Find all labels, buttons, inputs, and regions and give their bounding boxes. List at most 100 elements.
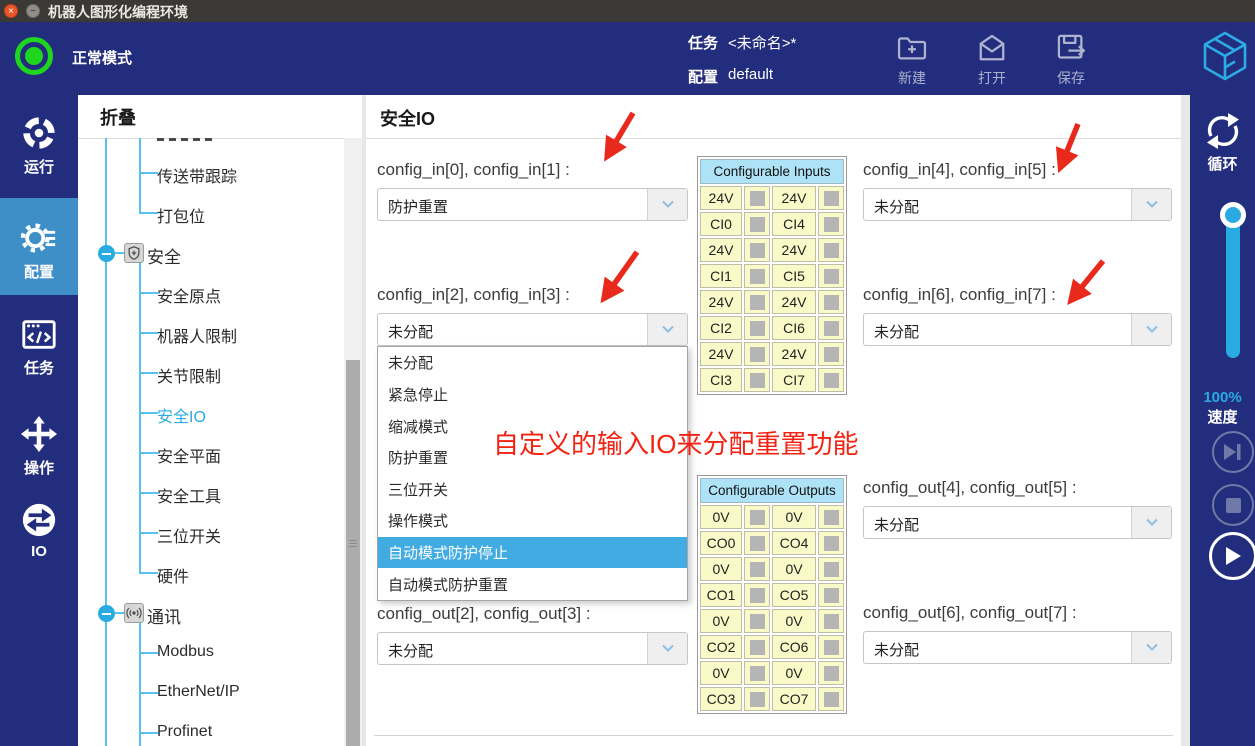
step-button[interactable] [1212,431,1254,473]
tree-item[interactable]: EtherNet/IP [78,673,344,713]
dropdown-option[interactable]: 三位开关 [378,474,687,506]
open-button[interactable]: 打开 [961,30,1023,92]
dropdown-button[interactable] [1131,632,1171,663]
io-terminal-checkbox[interactable] [750,243,765,258]
sidebar-item-operate[interactable]: 操作 [0,409,78,501]
dropdown-out23[interactable]: 未分配 [377,632,688,665]
tree-item[interactable]: 关节限制 [78,353,344,393]
sidebar-item-task[interactable]: 任务 [0,309,78,401]
io-terminal-checkbox[interactable] [824,295,839,310]
tree-item[interactable]: 打包位 [78,193,344,233]
tree-group-item[interactable]: 安全 [78,233,344,273]
tree-group-icon [124,243,144,263]
save-button[interactable]: 保存 [1040,30,1102,92]
io-terminal-checkbox[interactable] [750,269,765,284]
tree-item[interactable]: 安全工具 [78,473,344,513]
io-terminal-checkbox[interactable] [750,640,765,655]
dropdown-button[interactable] [647,633,687,664]
io-terminal-checkbox[interactable] [750,373,765,388]
tree-item[interactable]: 安全IO [78,393,344,433]
io-terminal-checkbox[interactable] [750,562,765,577]
tree-connector [139,372,158,374]
tree-item[interactable]: 安全平面 [78,433,344,473]
dropdown-out67[interactable]: 未分配 [863,631,1172,664]
dropdown-in01[interactable]: 防护重置 [377,188,688,221]
io-terminal-checkbox[interactable] [824,562,839,577]
io-terminal-checkbox[interactable] [824,347,839,362]
io-terminal-checkbox[interactable] [824,373,839,388]
tree-scrollbar-thumb[interactable] [346,360,360,746]
tree-scrollbar[interactable] [344,138,362,746]
io-terminal-checkbox[interactable] [824,321,839,336]
move-arrows-icon [20,415,58,453]
io-terminal-checkbox[interactable] [750,666,765,681]
minimize-icon[interactable]: − [26,4,40,18]
io-terminal-checkbox[interactable] [824,666,839,681]
io-terminal-checkbox[interactable] [824,510,839,525]
tree-item[interactable]: 传送带跟踪 [78,153,344,193]
io-terminal-checkbox[interactable] [750,588,765,603]
io-terminal-checkbox[interactable] [750,347,765,362]
dropdown-button[interactable] [1131,189,1171,220]
tree-group-item[interactable]: 通讯 [78,593,344,633]
close-icon[interactable]: × [4,4,18,18]
tree-item[interactable]: 三位开关 [78,513,344,553]
play-button[interactable] [1209,532,1255,580]
brand-logo [1200,30,1250,87]
sidebar-item-run[interactable]: 运行 [0,108,78,200]
stop-button[interactable] [1212,484,1254,526]
io-pin-label: 24V [700,186,742,210]
tree-item[interactable]: Profinet [78,713,344,746]
collapse-toggle-icon[interactable] [98,605,115,622]
io-terminal-cell [818,316,844,340]
tree-connector [139,732,158,734]
dropdown-out45[interactable]: 未分配 [863,506,1172,539]
gear-icon [20,219,58,257]
sidebar-item-config[interactable]: 配置 [0,198,78,295]
io-terminal-checkbox[interactable] [750,692,765,707]
io-terminal-checkbox[interactable] [750,321,765,336]
collapse-toggle-icon[interactable] [98,245,115,262]
dropdown-option[interactable]: 操作模式 [378,505,687,537]
io-terminal-checkbox[interactable] [750,191,765,206]
dropdown-button[interactable] [647,189,687,220]
loop-icon[interactable] [1201,109,1245,153]
tree-item[interactable]: 机器人限制 [78,313,344,353]
io-terminal-checkbox[interactable] [824,640,839,655]
io-terminal-cell [818,687,844,711]
io-terminal-checkbox[interactable] [750,295,765,310]
speed-slider-handle[interactable] [1220,202,1246,228]
chevron-down-icon [661,200,675,209]
tree-item[interactable]: 安全原点 [78,273,344,313]
dropdown-in45[interactable]: 未分配 [863,188,1172,221]
io-terminal-checkbox[interactable] [750,614,765,629]
io-terminal-checkbox[interactable] [824,692,839,707]
dropdown-button[interactable] [1131,507,1171,538]
dropdown-button[interactable] [1131,314,1171,345]
io-terminal-checkbox[interactable] [824,243,839,258]
io-terminal-checkbox[interactable] [824,269,839,284]
dropdown-in23[interactable]: 未分配 [377,313,688,346]
sidebar-item-label: 配置 [0,261,78,282]
status-indicator [15,37,53,75]
io-terminal-checkbox[interactable] [750,510,765,525]
sidebar-item-io[interactable]: IO [0,495,78,587]
tree-item[interactable]: Modbus [78,633,344,673]
io-terminal-checkbox[interactable] [824,588,839,603]
io-terminal-checkbox[interactable] [824,614,839,629]
tree-item[interactable]: 硬件 [78,553,344,593]
dropdown-button[interactable] [647,314,687,345]
dropdown-option[interactable]: 未分配 [378,347,687,379]
io-terminal-checkbox[interactable] [750,536,765,551]
dropdown-in67[interactable]: 未分配 [863,313,1172,346]
io-pin-label: CO1 [700,583,742,607]
io-terminal-checkbox[interactable] [750,217,765,232]
table-row: 0V0V [700,661,844,685]
dropdown-option[interactable]: 紧急停止 [378,379,687,411]
new-task-button[interactable]: 新建 [881,30,943,92]
dropdown-option[interactable]: 自动模式防护重置 [378,568,687,600]
dropdown-option[interactable]: 自动模式防护停止 [378,537,687,569]
io-terminal-checkbox[interactable] [824,536,839,551]
io-terminal-checkbox[interactable] [824,217,839,232]
io-terminal-checkbox[interactable] [824,191,839,206]
